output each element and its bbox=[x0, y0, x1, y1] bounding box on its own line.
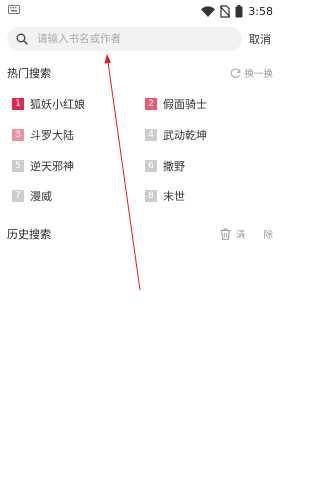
search-box[interactable] bbox=[7, 27, 242, 51]
rank-badge: 3 bbox=[12, 129, 24, 141]
hot-item[interactable]: 2 假面骑士 bbox=[145, 95, 265, 113]
hot-item[interactable]: 4 武动乾坤 bbox=[145, 126, 265, 144]
rank-badge: 1 bbox=[12, 98, 24, 110]
history-title: 历史搜索 bbox=[7, 228, 51, 241]
hot-item-label: 漫威 bbox=[30, 190, 52, 203]
swap-label: 换一换 bbox=[244, 69, 273, 80]
keyboard-icon bbox=[8, 5, 20, 14]
hot-item[interactable]: 1 狐妖小红娘 bbox=[12, 95, 132, 113]
hot-search-title: 热门搜索 bbox=[7, 67, 51, 80]
hot-item-label: 末世 bbox=[163, 190, 185, 203]
rank-badge: 6 bbox=[145, 160, 157, 172]
trash-icon bbox=[220, 228, 231, 240]
wifi-icon bbox=[201, 5, 216, 17]
clear-label: 除 bbox=[263, 230, 273, 241]
rank-badge: 5 bbox=[12, 160, 24, 172]
clear-history-button[interactable]: 清 除 bbox=[220, 227, 273, 241]
refresh-icon bbox=[231, 68, 241, 78]
rank-badge: 4 bbox=[145, 129, 157, 141]
swap-button[interactable]: 换一换 bbox=[230, 66, 273, 80]
clear-label: 清 bbox=[235, 230, 246, 241]
rank-badge: 7 bbox=[12, 190, 24, 202]
hot-item-label: 假面骑士 bbox=[163, 98, 207, 111]
no-sim-icon bbox=[220, 4, 231, 18]
history-header: 历史搜索 清 除 bbox=[7, 226, 273, 244]
status-time: 3:58 bbox=[248, 4, 273, 18]
hot-item[interactable]: 7 漫威 bbox=[12, 187, 132, 205]
rank-badge: 8 bbox=[145, 190, 157, 202]
hot-item-label: 斗罗大陆 bbox=[30, 129, 74, 142]
cancel-button[interactable]: 取消 bbox=[249, 31, 271, 47]
hot-item-label: 逆天邪神 bbox=[30, 160, 74, 173]
hot-item[interactable]: 3 斗罗大陆 bbox=[12, 126, 132, 144]
hot-item-label: 狐妖小红娘 bbox=[30, 98, 85, 111]
battery-icon bbox=[235, 4, 243, 17]
hot-item-label: 撒野 bbox=[163, 160, 185, 173]
search-row: 取消 bbox=[7, 27, 277, 51]
search-icon bbox=[16, 33, 28, 45]
hot-item[interactable]: 5 逆天邪神 bbox=[12, 157, 132, 175]
hot-item[interactable]: 6 撒野 bbox=[145, 157, 265, 175]
status-bar: 3:58 bbox=[0, 0, 281, 22]
hot-item[interactable]: 8 末世 bbox=[145, 187, 265, 205]
search-input[interactable] bbox=[37, 30, 232, 48]
hot-item-label: 武动乾坤 bbox=[163, 129, 207, 142]
hot-search-header: 热门搜索 换一换 bbox=[7, 65, 273, 83]
rank-badge: 2 bbox=[145, 98, 157, 110]
